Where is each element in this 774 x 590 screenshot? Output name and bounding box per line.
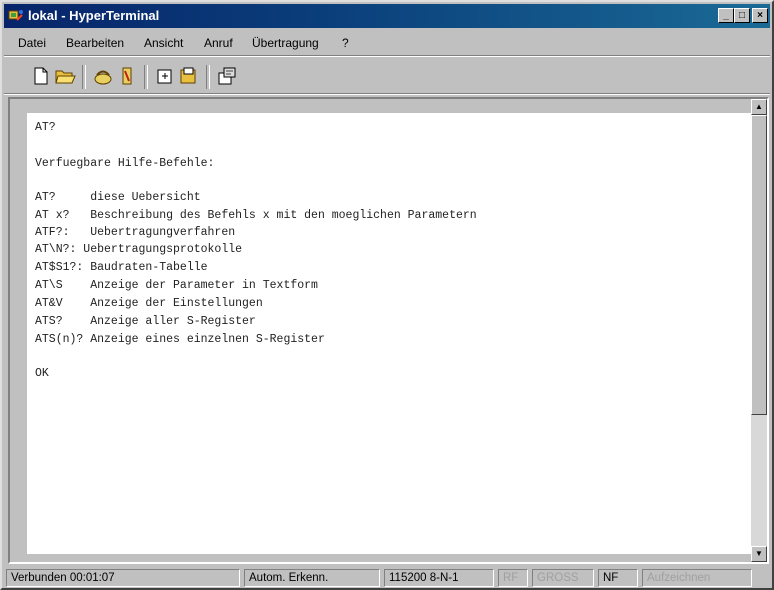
window-title: lokal - HyperTerminal	[28, 8, 160, 23]
menu-anruf[interactable]: Anruf	[204, 36, 233, 50]
terminal-line: ATS? Anzeige aller S-Register	[35, 315, 256, 328]
open-icon[interactable]	[54, 65, 76, 87]
receive-icon[interactable]	[178, 65, 200, 87]
terminal-line: AT?	[35, 121, 56, 134]
status-nf: NF	[598, 569, 638, 587]
connect-icon[interactable]	[92, 65, 114, 87]
disconnect-icon[interactable]	[116, 65, 138, 87]
toolbar-separator	[82, 65, 86, 89]
send-icon[interactable]	[154, 65, 176, 87]
scroll-up-button[interactable]: ▲	[751, 99, 767, 115]
toolbar-separator	[144, 65, 148, 89]
terminal-line: AT$S1?: Baudraten-Tabelle	[35, 261, 208, 274]
toolbar	[4, 59, 770, 93]
status-connection-time: Verbunden 00:01:07	[6, 569, 240, 587]
scroll-down-button[interactable]: ▼	[751, 546, 767, 562]
terminal-line: Verfuegbare Hilfe-Befehle:	[35, 157, 215, 170]
terminal-area: AT? Verfuegbare Hilfe-Befehle: AT? diese…	[8, 97, 769, 564]
status-record: Aufzeichnen	[642, 569, 752, 587]
terminal-line: AT\N?: Uebertragungsprotokolle	[35, 243, 243, 256]
terminal-line: AT&V Anzeige der Einstellungen	[35, 297, 263, 310]
terminal-line: AT x? Beschreibung des Befehls x mit den…	[35, 209, 477, 222]
terminal-line: AT? diese Uebersicht	[35, 191, 201, 204]
title-bar[interactable]: lokal - HyperTerminal _ □ ×	[4, 4, 770, 28]
menu-ansicht[interactable]: Ansicht	[144, 36, 183, 50]
terminal-line: ATF?: Uebertragungverfahren	[35, 226, 236, 239]
maximize-button[interactable]: □	[734, 8, 750, 23]
menu-divider	[4, 55, 770, 57]
menu-uebertragung[interactable]: Übertragung	[252, 36, 319, 50]
status-port-settings: 115200 8-N-1	[384, 569, 494, 587]
hyperterminal-window: lokal - HyperTerminal _ □ × Datei Bearbe…	[0, 0, 774, 590]
status-autodetect: Autom. Erkenn.	[244, 569, 380, 587]
status-bar: Verbunden 00:01:07 Autom. Erkenn. 115200…	[4, 568, 770, 588]
menu-bar: Datei Bearbeiten Ansicht Anruf Übertragu…	[4, 32, 770, 54]
terminal-line: AT\S Anzeige der Parameter in Textform	[35, 279, 318, 292]
menu-help[interactable]: ?	[342, 36, 349, 50]
scroll-thumb[interactable]	[751, 115, 767, 415]
new-icon[interactable]	[30, 65, 52, 87]
terminal-line: ATS(n)? Anzeige eines einzelnen S-Regist…	[35, 333, 325, 346]
terminal-screen[interactable]: AT? Verfuegbare Hilfe-Befehle: AT? diese…	[27, 113, 751, 554]
status-rf: RF	[498, 569, 528, 587]
menu-datei[interactable]: Datei	[18, 36, 46, 50]
minimize-button[interactable]: _	[718, 8, 734, 23]
toolbar-separator	[206, 65, 210, 89]
vertical-scrollbar[interactable]: ▲ ▼	[751, 99, 767, 562]
status-gross: GROSS	[532, 569, 594, 587]
menu-bearbeiten[interactable]: Bearbeiten	[66, 36, 124, 50]
toolbar-divider	[4, 93, 770, 95]
terminal-line: OK	[35, 367, 49, 380]
properties-icon[interactable]	[216, 65, 238, 87]
hyperterminal-app-icon[interactable]	[8, 8, 24, 24]
close-button[interactable]: ×	[752, 8, 768, 23]
